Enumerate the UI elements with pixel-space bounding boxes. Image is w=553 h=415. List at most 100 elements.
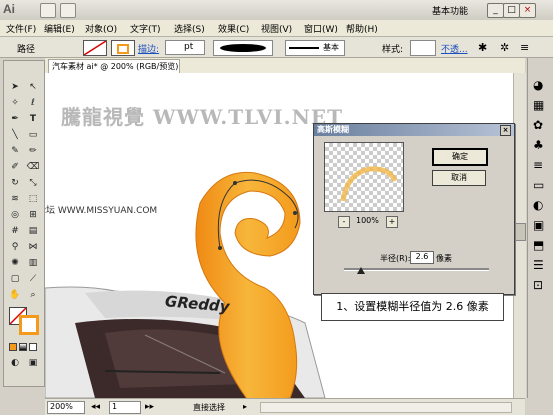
column-graph-icon[interactable]: ▥ [26,257,40,269]
graphic-style-label: 样式: [382,45,404,55]
stroke-panel-icon[interactable]: ≡ [533,158,543,172]
mesh-icon[interactable]: # [8,225,22,237]
menu-effect[interactable]: 效果(C) [218,22,249,35]
first-page-button[interactable]: ◂◂ [91,402,100,412]
menu-edit[interactable]: 编辑(E) [44,22,75,35]
radius-slider-thumb[interactable] [357,267,365,274]
magic-wand-icon[interactable]: ✧ [8,97,22,109]
zoom-select[interactable]: 200% [47,401,85,414]
draw-mode-icon[interactable]: ◐ [8,357,22,369]
next-page-button[interactable]: ▸▸ [145,402,154,412]
blur-preview[interactable] [324,142,404,212]
blob-brush-icon[interactable]: ✐ [8,161,22,173]
dialog-title-bar[interactable]: 高斯模糊 × [314,124,514,136]
color-panel-icon[interactable]: ◕ [533,78,543,92]
menu-view[interactable]: 视图(V) [261,22,292,35]
brushes-panel-icon[interactable]: ✿ [533,118,543,132]
appearance-panel-icon[interactable]: ▣ [533,218,544,232]
horizontal-scrollbar[interactable] [260,402,512,413]
rectangle-tool-icon[interactable]: ▭ [26,129,40,141]
slice-icon[interactable]: ⟋ [26,273,40,285]
menu-type[interactable]: 文字(T) [130,22,161,35]
artboard-icon[interactable]: ▢ [8,273,22,285]
selection-tool-icon[interactable]: ➤ [8,81,22,93]
status-arrow-icon[interactable]: ▸ [243,402,247,411]
gradient-icon[interactable]: ▤ [26,225,40,237]
right-panel-dock: ◕ ▦ ✿ ♣ ≡ ▭ ◐ ▣ ⬒ ☰ ⊡ [527,58,553,398]
watermark-sub: 思缘设计论坛 WWW.MISSYUAN.COM [45,206,158,216]
menu-object[interactable]: 对象(O) [85,22,117,35]
radius-slider-track[interactable] [344,268,489,271]
scroll-thumb[interactable] [515,223,526,241]
document-tab-bar: 汽车素材 ai* @ 200% (RGB/预览) [45,58,525,74]
tools-panel: ➤ ↖ ✧ ℓ ✒ T ╲ ▭ ✎ ✏ ✐ ⌫ ↻ ⤡ ≋ ⬚ ◎ ⊞ # ▤ … [3,60,45,387]
warp-icon[interactable]: ≋ [8,193,22,205]
gradient-panel-icon[interactable]: ▭ [533,178,544,192]
perspective-grid-icon[interactable]: ⊞ [26,209,40,221]
arrange-icon[interactable] [60,3,76,18]
stroke-weight-input[interactable]: pt [165,40,205,55]
graphic-style-picker[interactable] [410,40,436,56]
zoom-out-button[interactable]: - [338,216,350,228]
symbols-panel-icon[interactable]: ♣ [533,138,544,152]
bridge-icon[interactable] [40,3,56,18]
color-mode-icon[interactable] [9,343,17,351]
app-logo: Ai [3,2,15,16]
settings-icon[interactable]: ✱ [478,41,487,54]
cancel-button[interactable]: 取消 [432,170,486,186]
menu-file[interactable]: 文件(F) [6,22,36,35]
workspace-switcher[interactable]: 基本功能 [432,4,468,17]
direct-selection-tool-icon[interactable]: ↖ [26,81,40,93]
menu-window[interactable]: 窗口(W) [304,22,338,35]
preview-zoom-label: 100% [356,216,379,225]
swatches-panel-icon[interactable]: ▦ [533,98,544,112]
symbol-sprayer-icon[interactable]: ✺ [8,257,22,269]
lasso-icon[interactable]: ℓ [26,97,40,109]
pen-tool-icon[interactable]: ✒ [8,113,22,125]
menu-select[interactable]: 选择(S) [174,22,205,35]
zoom-in-button[interactable]: + [386,216,398,228]
ok-button[interactable]: 确定 [432,148,488,166]
watermark-main: 騰龍視覺 WWW.TLVI.NET [61,105,344,129]
title-bar: Ai 基本功能 _ □ × [0,0,553,21]
radius-unit: 像素 [436,254,452,263]
blend-icon[interactable]: ⋈ [26,241,40,253]
close-button[interactable]: × [519,3,536,18]
gradient-mode-icon[interactable] [19,343,27,351]
fill-swatch[interactable] [83,40,107,56]
eraser-icon[interactable]: ⌫ [26,161,40,173]
free-transform-icon[interactable]: ⬚ [26,193,40,205]
brush-picker[interactable] [213,40,273,56]
document-tab[interactable]: 汽车素材 ai* @ 200% (RGB/预览) [48,59,180,73]
graphic-styles-panel-icon[interactable]: ⬒ [533,238,544,252]
pencil-icon[interactable]: ✏ [26,145,40,157]
stroke-color-box[interactable] [19,315,39,335]
stroke-swatch[interactable] [111,40,135,56]
hand-icon[interactable]: ✋ [8,289,22,301]
opacity-label[interactable]: 不透... [441,42,468,55]
screen-mode-icon[interactable]: ▣ [26,357,40,369]
line-tool-icon[interactable]: ╲ [8,129,22,141]
dialog-close-icon[interactable]: × [500,125,511,136]
eyedropper-icon[interactable]: ⚲ [8,241,22,253]
gear-icon[interactable]: ✲ [500,41,509,54]
radius-label: 半径(R): [380,254,411,263]
radius-input[interactable]: 2.6 [410,251,434,264]
paintbrush-icon[interactable]: ✎ [8,145,22,157]
zoom-icon[interactable]: ⌕ [26,289,40,301]
artboards-panel-icon[interactable]: ⊡ [533,278,543,292]
minimize-button[interactable]: _ [487,3,504,18]
type-tool-icon[interactable]: T [26,113,40,125]
page-number-select[interactable]: 1 [109,401,141,414]
maximize-button[interactable]: □ [503,3,520,18]
menu-help[interactable]: 帮助(H) [346,22,378,35]
rotate-icon[interactable]: ↻ [8,177,22,189]
scale-icon[interactable]: ⤡ [26,177,40,189]
stroke-label[interactable]: 描边: [138,42,159,55]
shape-builder-icon[interactable]: ◎ [8,209,22,221]
panel-menu-icon[interactable]: ≡ [520,41,529,54]
stroke-style-picker[interactable]: 基本 [285,40,345,56]
none-mode-icon[interactable] [29,343,37,351]
layers-panel-icon[interactable]: ☰ [533,258,544,272]
transparency-panel-icon[interactable]: ◐ [533,198,543,212]
